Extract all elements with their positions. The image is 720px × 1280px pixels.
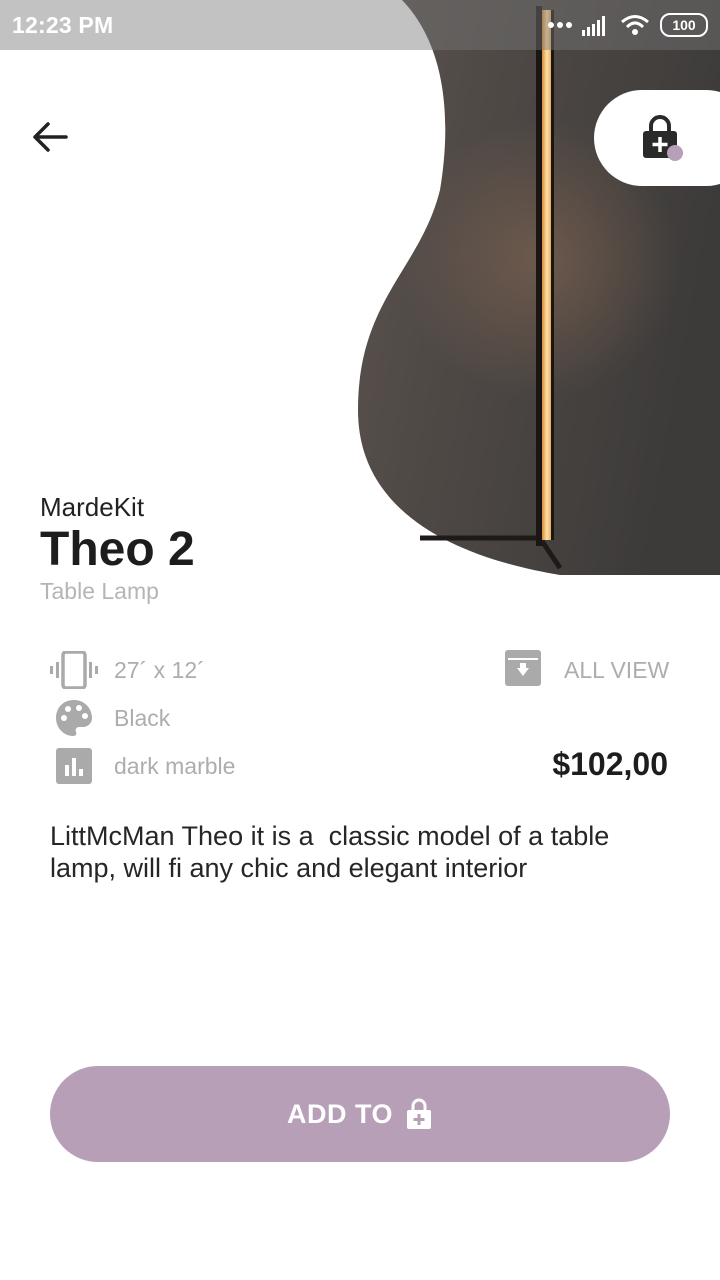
spec-material-text: dark marble bbox=[114, 752, 236, 779]
status-time: 12:23 PM bbox=[12, 12, 114, 38]
add-to-cart-button[interactable]: ADD TO bbox=[50, 1066, 670, 1162]
product-brand: MardeKit bbox=[40, 492, 145, 522]
vibrate-icon bbox=[48, 650, 100, 690]
product-price: $102,00 bbox=[552, 746, 668, 782]
status-bar: 12:23 PM 100 bbox=[0, 0, 720, 50]
all-view-label: ALL VIEW bbox=[564, 656, 670, 683]
all-view-button[interactable]: ALL VIEW bbox=[504, 649, 670, 692]
status-icons: 100 bbox=[548, 10, 708, 40]
product-description: LittMcMan Theo it is a classic model of … bbox=[50, 821, 617, 883]
lock-plus-icon bbox=[407, 1098, 431, 1129]
cart-button[interactable] bbox=[594, 90, 720, 186]
product-title: Theo 2 bbox=[40, 523, 195, 576]
wifi-icon bbox=[621, 15, 649, 35]
palette-icon bbox=[48, 698, 100, 738]
back-button[interactable] bbox=[26, 112, 76, 162]
battery-indicator: 100 bbox=[660, 13, 708, 37]
spec-size: 27´ x 12´ bbox=[48, 650, 205, 690]
spec-color: Black bbox=[48, 698, 170, 738]
arrow-left-icon bbox=[33, 122, 68, 152]
dots-icon bbox=[548, 22, 572, 28]
signal-icon bbox=[582, 16, 605, 36]
archive-down-icon bbox=[504, 649, 542, 692]
cart-badge-dot bbox=[667, 145, 683, 161]
spec-size-text: 27´ x 12´ bbox=[114, 656, 205, 683]
spec-material: dark marble bbox=[48, 746, 235, 786]
add-to-label: ADD TO bbox=[286, 1098, 393, 1129]
bar-chart-icon bbox=[48, 746, 100, 786]
spec-color-text: Black bbox=[114, 704, 171, 731]
product-category: Table Lamp bbox=[40, 578, 159, 604]
